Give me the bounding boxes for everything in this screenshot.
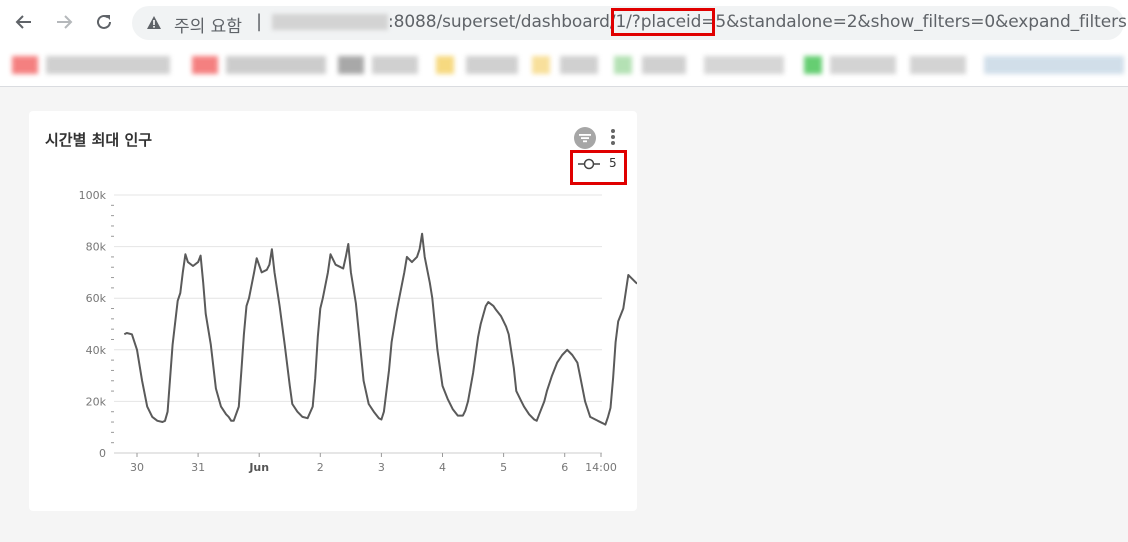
bookmark-item[interactable]: [466, 56, 518, 74]
bookmark-item[interactable]: [704, 56, 784, 74]
url-param-highlight: [611, 8, 715, 36]
y-tick-label: 100k: [79, 189, 107, 202]
bookmark-favicon[interactable]: [614, 56, 632, 74]
line-chart: 0 20k 40k 60k 80k 100k 30 31 Jun 2 3 4 5 6 14:00: [79, 189, 637, 474]
back-button[interactable]: [10, 8, 38, 36]
bookmarks-bar: [0, 44, 1128, 87]
x-tick-label: 30: [130, 461, 144, 474]
x-tick-label: 3: [378, 461, 385, 474]
x-tick-label: 14:00: [585, 461, 617, 474]
bookmark-favicon[interactable]: [12, 56, 38, 74]
filter-badge-highlight: [570, 150, 627, 185]
bookmark-item[interactable]: [560, 56, 598, 74]
bookmark-item[interactable]: [830, 56, 896, 74]
forward-button[interactable]: [50, 8, 78, 36]
x-tick-label: Jun: [248, 461, 269, 474]
reload-button[interactable]: [90, 8, 118, 36]
y-tick-label: 20k: [86, 395, 107, 408]
bookmark-favicon[interactable]: [532, 56, 550, 74]
y-tick-label: 0: [99, 447, 106, 460]
bookmark-item[interactable]: [984, 56, 1124, 74]
bookmark-item[interactable]: [642, 56, 686, 74]
y-tick-label: 60k: [86, 292, 107, 305]
x-tick-label: 2: [317, 461, 324, 474]
bookmark-favicon[interactable]: [436, 56, 454, 74]
x-tick-label: 5: [500, 461, 507, 474]
x-tick-label: 4: [439, 461, 446, 474]
reload-icon: [97, 14, 111, 29]
bookmark-item[interactable]: [910, 56, 966, 74]
address-separator: |: [256, 11, 263, 32]
bookmark-favicon[interactable]: [338, 56, 364, 74]
bookmark-favicon[interactable]: [192, 56, 218, 74]
security-label: 주의 요함: [174, 17, 242, 37]
bookmark-item[interactable]: [226, 56, 326, 74]
x-tick-label: 31: [191, 461, 205, 474]
y-tick-label: 40k: [86, 344, 107, 357]
series-line: [123, 232, 637, 426]
redacted-host: [272, 14, 388, 30]
forward-arrow-icon: [57, 15, 73, 29]
chart-card: 시간별 최대 인구 5 0 20k 40k 60k 80k 100k 30 31 Jun 2 3 4 5…: [29, 111, 637, 511]
browser-toolbar: 주의 요함 | :8088/superset/dashboard/1/?plac…: [0, 0, 1128, 44]
bookmark-item[interactable]: [46, 56, 170, 74]
bookmark-item[interactable]: [372, 56, 418, 74]
warning-icon: [147, 16, 161, 29]
x-tick-label: 6: [561, 461, 568, 474]
url-text: :8088/superset/dashboard/1/?placeid=5&st…: [388, 12, 1128, 32]
bookmark-favicon[interactable]: [804, 56, 822, 74]
back-arrow-icon: [15, 15, 31, 29]
y-tick-label: 80k: [86, 241, 107, 254]
